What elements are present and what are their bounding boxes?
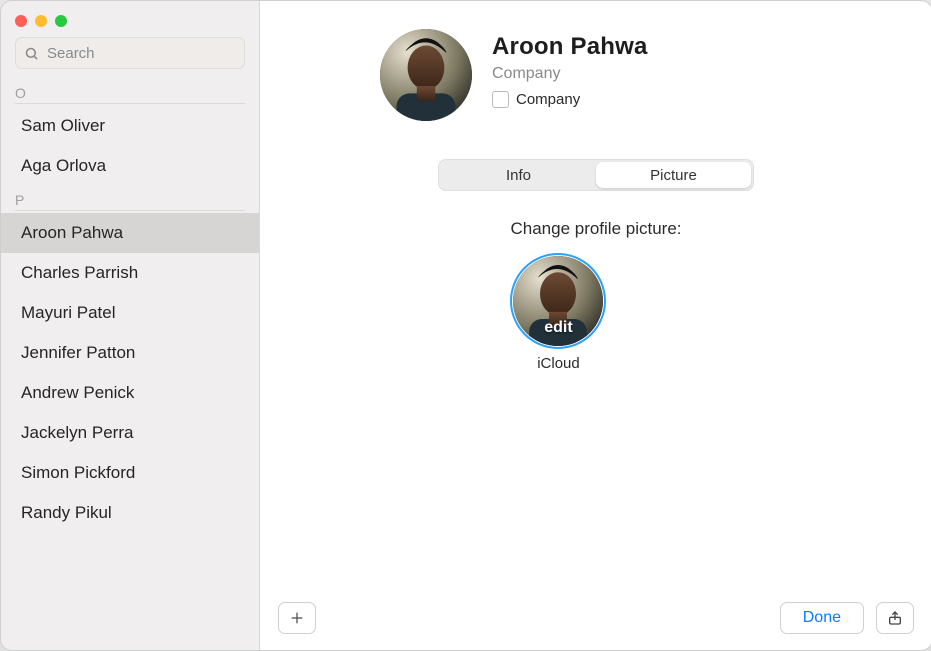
list-item-selected[interactable]: Aroon Pahwa xyxy=(1,213,259,253)
done-button[interactable]: Done xyxy=(780,602,864,634)
share-icon xyxy=(887,609,903,627)
picture-tab-content: Change profile picture: xyxy=(260,191,931,372)
list-item[interactable]: Randy Pikul xyxy=(1,493,259,533)
sidebar: O Sam Oliver Aga Orlova P Aroon Pahwa Ch… xyxy=(1,1,260,650)
footer-left xyxy=(278,602,316,634)
search-container xyxy=(1,37,259,77)
detail-footer: Done xyxy=(260,592,931,650)
segmented-control[interactable]: Info Picture xyxy=(438,159,754,191)
company-field[interactable]: Company xyxy=(492,65,792,83)
list-item[interactable]: Jennifer Patton xyxy=(1,333,259,373)
footer-right: Done xyxy=(780,602,914,634)
header-fields: Aroon Pahwa Company Company xyxy=(492,33,792,121)
section-header-p: P xyxy=(15,192,245,211)
contact-detail: Aroon Pahwa Company Company Info Picture… xyxy=(260,1,931,650)
minimize-window-button[interactable] xyxy=(35,15,47,27)
close-window-button[interactable] xyxy=(15,15,27,27)
section-header-o: O xyxy=(15,85,245,104)
tab-info[interactable]: Info xyxy=(441,162,596,188)
picture-source-tile[interactable]: edit iCloud xyxy=(510,253,606,372)
avatar[interactable] xyxy=(380,29,472,121)
picture-source-label: iCloud xyxy=(537,355,580,372)
share-button[interactable] xyxy=(876,602,914,634)
add-button[interactable] xyxy=(278,602,316,634)
company-checkbox-row: Company xyxy=(492,91,792,108)
search-input[interactable] xyxy=(45,44,248,63)
list-item[interactable]: Mayuri Patel xyxy=(1,293,259,333)
plus-icon xyxy=(289,610,305,626)
contacts-list[interactable]: O Sam Oliver Aga Orlova P Aroon Pahwa Ch… xyxy=(1,77,259,650)
contacts-window: O Sam Oliver Aga Orlova P Aroon Pahwa Ch… xyxy=(0,0,931,651)
list-item[interactable]: Charles Parrish xyxy=(1,253,259,293)
window-controls xyxy=(1,1,259,37)
change-picture-label: Change profile picture: xyxy=(510,219,681,239)
avatar-image xyxy=(380,29,472,121)
list-item[interactable]: Jackelyn Perra xyxy=(1,413,259,453)
list-item[interactable]: Aga Orlova xyxy=(1,146,259,186)
name-field[interactable]: Aroon Pahwa xyxy=(492,33,792,61)
window-body: O Sam Oliver Aga Orlova P Aroon Pahwa Ch… xyxy=(1,1,931,650)
company-checkbox[interactable] xyxy=(492,91,509,108)
edit-overlay-label[interactable]: edit xyxy=(544,319,572,337)
list-item[interactable]: Andrew Penick xyxy=(1,373,259,413)
search-field[interactable] xyxy=(15,37,245,69)
list-item[interactable]: Sam Oliver xyxy=(1,106,259,146)
tab-picture[interactable]: Picture xyxy=(596,162,751,188)
tab-bar: Info Picture xyxy=(260,159,931,191)
zoom-window-button[interactable] xyxy=(55,15,67,27)
company-checkbox-label: Company xyxy=(516,91,580,108)
contact-header: Aroon Pahwa Company Company xyxy=(260,1,931,129)
search-icon xyxy=(24,46,39,61)
list-item[interactable]: Simon Pickford xyxy=(1,453,259,493)
picture-thumbnail-ring: edit xyxy=(510,253,606,349)
